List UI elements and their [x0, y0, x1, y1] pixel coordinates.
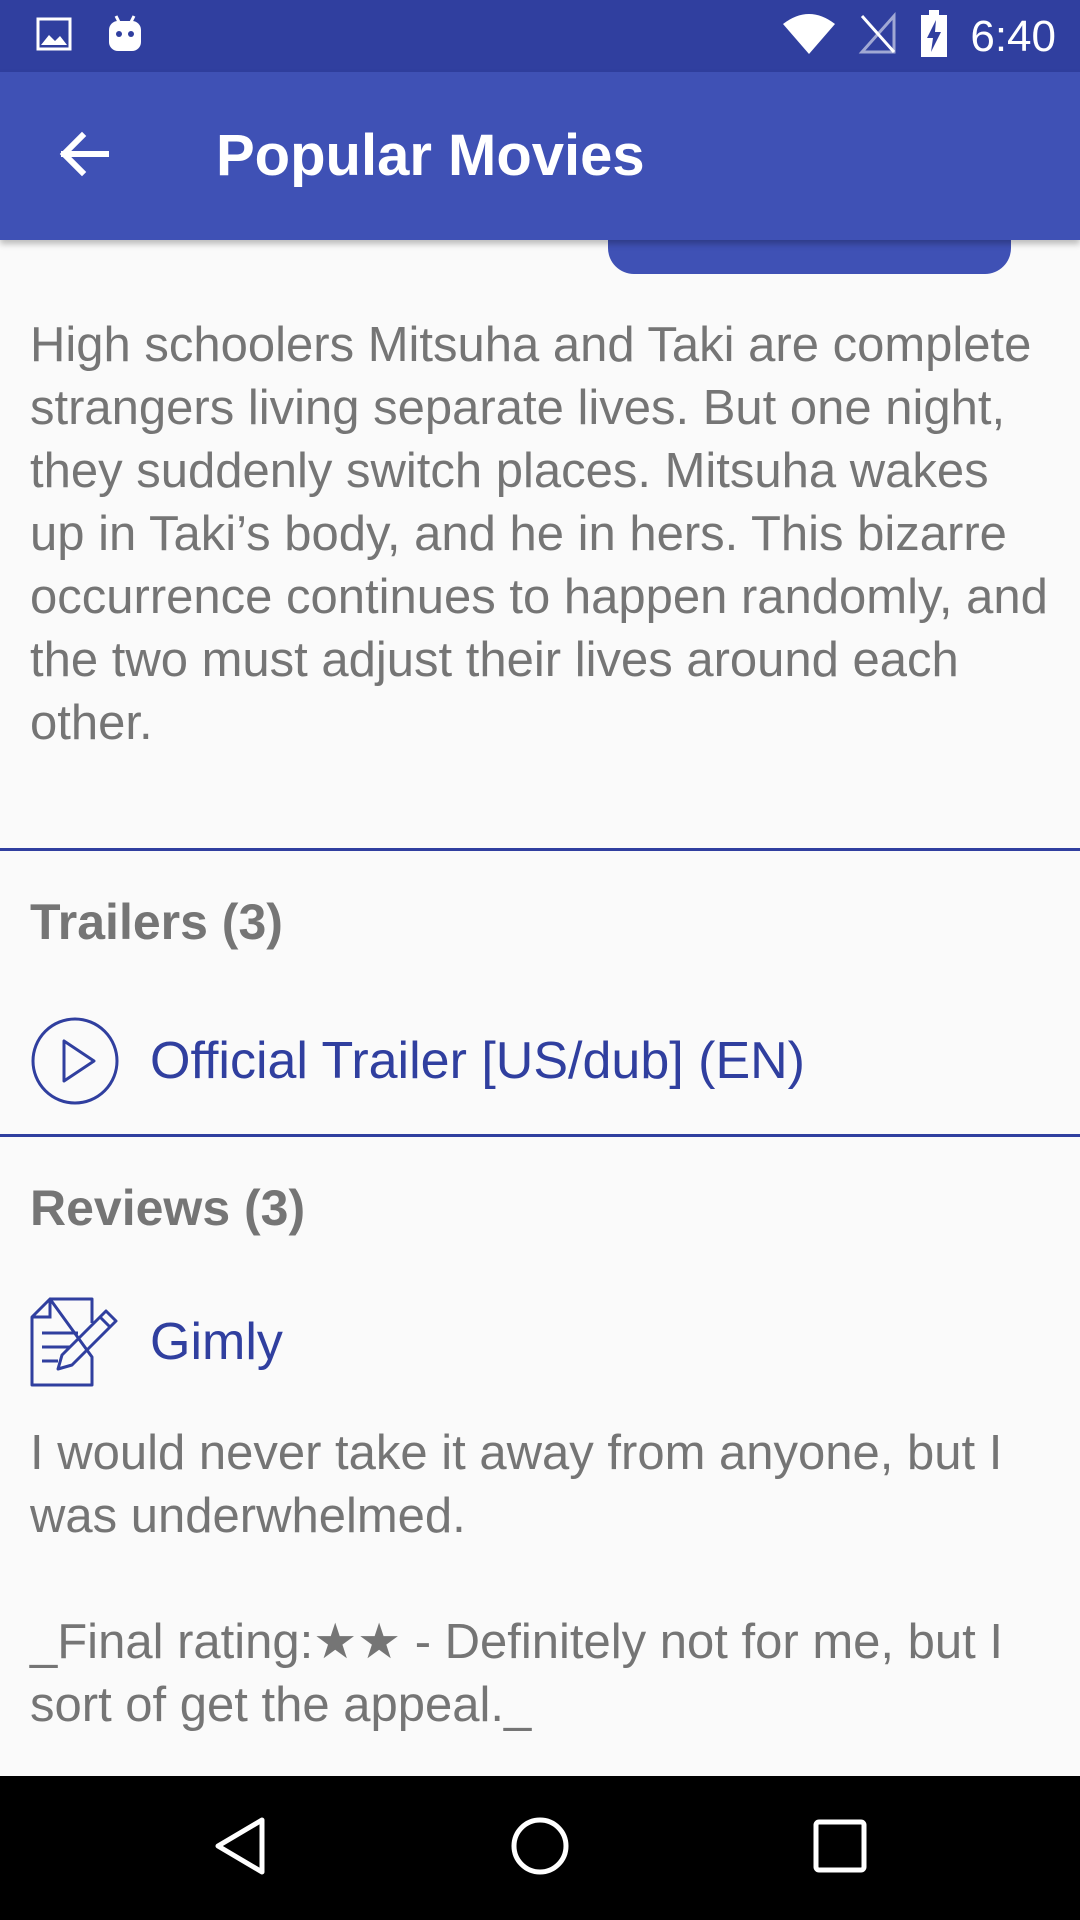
battery-charging-icon [920, 10, 948, 63]
android-icon [106, 14, 144, 59]
app-bar: Popular Movies [0, 72, 1080, 240]
review-item[interactable]: Gimly [30, 1297, 283, 1387]
divider [0, 1134, 1080, 1137]
trailer-item[interactable]: Official Trailer [US/dub] (EN) [30, 1016, 805, 1106]
nav-home-button[interactable] [500, 1808, 580, 1888]
favorite-button[interactable] [608, 240, 1011, 274]
reviews-header: Reviews (3) [30, 1180, 306, 1236]
home-circle-icon [510, 1816, 570, 1881]
nav-back-button[interactable] [200, 1808, 280, 1888]
review-content: I would never take it away from anyone, … [30, 1426, 1003, 1732]
review-author: Gimly [150, 1313, 283, 1371]
navigation-bar [0, 1776, 1080, 1920]
image-icon [36, 16, 72, 57]
arrow-back-icon [58, 128, 110, 185]
movie-overview: High schoolers Mitsuha and Taki are comp… [30, 318, 1048, 750]
no-signal-icon [858, 12, 898, 61]
back-triangle-icon [210, 1816, 270, 1881]
back-button[interactable] [40, 112, 128, 200]
review-edit-icon [30, 1297, 120, 1387]
status-bar: 6:40 [0, 0, 1080, 72]
movie-detail-content[interactable]: High schoolers Mitsuha and Taki are comp… [0, 240, 1080, 1776]
nav-recents-button[interactable] [800, 1808, 880, 1888]
divider [0, 848, 1080, 851]
wifi-icon [782, 12, 836, 61]
page-title: Popular Movies [216, 123, 645, 188]
status-time: 6:40 [970, 11, 1056, 61]
trailer-name: Official Trailer [US/dub] (EN) [150, 1032, 806, 1090]
play-circle-icon [30, 1016, 120, 1106]
recents-square-icon [812, 1818, 868, 1879]
trailers-header: Trailers (3) [30, 894, 283, 950]
